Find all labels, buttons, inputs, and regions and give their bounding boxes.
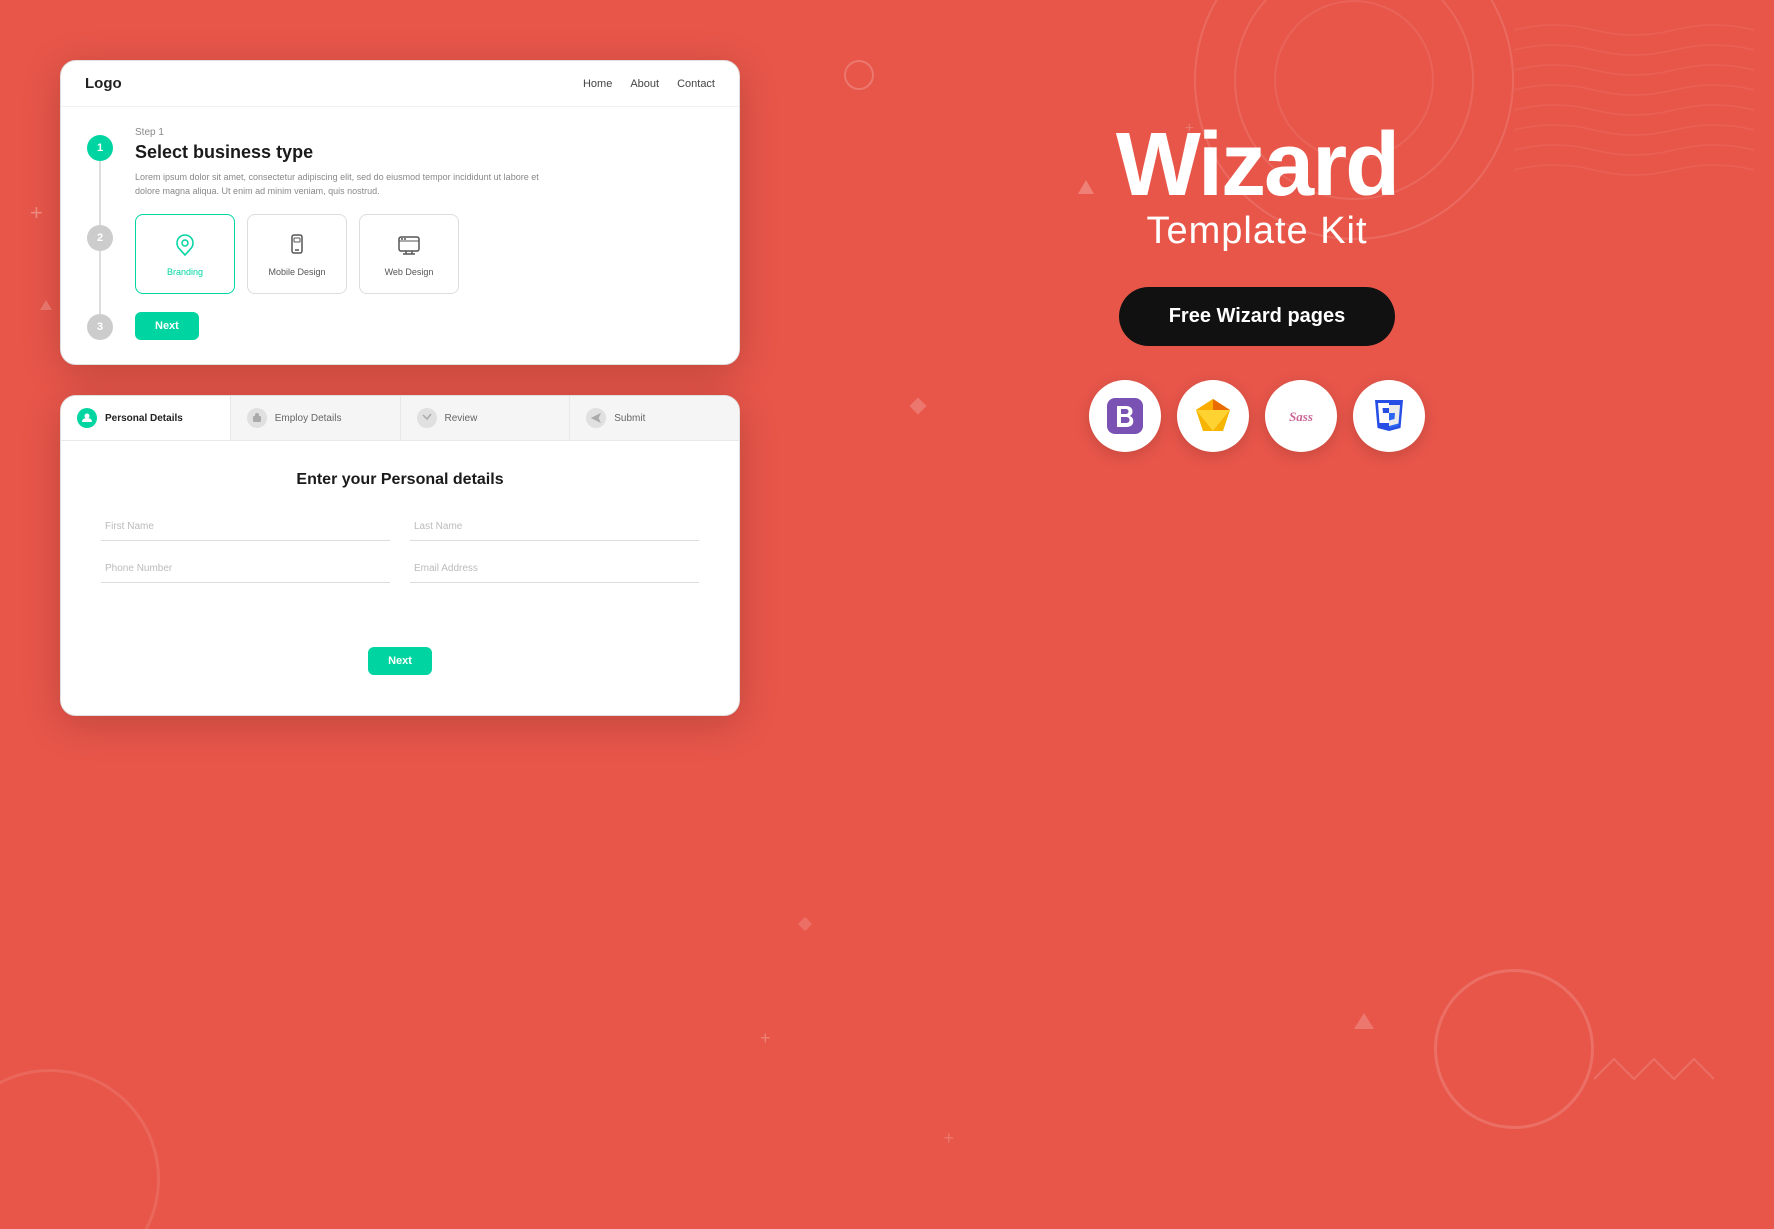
card1-body: 1 2 3 Step 1 Select business type Lorem … <box>61 107 739 364</box>
template-kit-label: Template Kit <box>1116 210 1398 253</box>
card2-tabs: Personal Details Employ Details <box>61 396 739 441</box>
tab-employ-details[interactable]: Employ Details <box>231 396 401 440</box>
step-description: Lorem ipsum dolor sit amet, consectetur … <box>135 171 565 198</box>
card1-logo: Logo <box>85 75 122 92</box>
tab-review[interactable]: Review <box>401 396 571 440</box>
left-column: Logo Home About Contact 1 2 3 <box>60 40 740 716</box>
wizard-title: Wizard <box>1116 120 1398 210</box>
wizard-branding: Wizard Template Kit <box>1116 120 1398 253</box>
bootstrap-icon <box>1107 398 1143 434</box>
step-1-circle: 1 <box>87 135 113 161</box>
tab-employ-label: Employ Details <box>275 413 342 424</box>
card2-next-button[interactable]: Next <box>368 647 432 675</box>
svg-text:Sass: Sass <box>1289 409 1313 424</box>
form-title: Enter your Personal details <box>101 471 699 489</box>
tab-personal-icon <box>77 408 97 428</box>
tab-review-icon <box>417 408 437 428</box>
tab-review-label: Review <box>445 413 478 424</box>
card1-nav: Home About Contact <box>583 78 715 90</box>
branding-label: Branding <box>167 267 203 277</box>
card1-mockup: Logo Home About Contact 1 2 3 <box>60 60 740 365</box>
tab-submit-label: Submit <box>614 413 645 424</box>
card1-header: Logo Home About Contact <box>61 61 739 107</box>
business-options: Branding Mobile Design <box>135 214 715 294</box>
right-column: Wizard Template Kit Free Wizard pages <box>800 40 1714 452</box>
sketch-icon <box>1192 395 1234 437</box>
step-label: Step 1 <box>135 127 715 138</box>
phone-input[interactable] <box>101 555 390 583</box>
free-pages-button[interactable]: Free Wizard pages <box>1119 287 1396 346</box>
tab-submit[interactable]: Submit <box>570 396 739 440</box>
first-name-input[interactable] <box>101 513 390 541</box>
branding-icon <box>171 231 199 259</box>
user-icon <box>81 412 93 424</box>
form-row-1 <box>101 513 699 541</box>
card2-form-body: Enter your Personal details Next <box>61 441 739 715</box>
tab-personal-label: Personal Details <box>105 413 183 424</box>
option-branding[interactable]: Branding <box>135 214 235 294</box>
bootstrap-logo <box>1089 380 1161 452</box>
sass-logo: Sass <box>1265 380 1337 452</box>
step-3-circle: 3 <box>87 314 113 340</box>
mobile-icon <box>283 231 311 259</box>
card1-stepper: 1 2 3 <box>85 127 115 340</box>
sketch-logo <box>1177 380 1249 452</box>
email-input[interactable] <box>410 555 699 583</box>
main-container: Logo Home About Contact 1 2 3 <box>0 0 1774 1229</box>
tab-employ-icon <box>247 408 267 428</box>
briefcase-icon <box>251 412 263 424</box>
css3-icon <box>1371 398 1407 434</box>
web-icon <box>395 231 423 259</box>
step-title: Select business type <box>135 142 715 163</box>
review-icon <box>421 412 433 424</box>
nav-about[interactable]: About <box>630 78 659 90</box>
tab-submit-icon <box>586 408 606 428</box>
last-name-input[interactable] <box>410 513 699 541</box>
nav-contact[interactable]: Contact <box>677 78 715 90</box>
nav-home[interactable]: Home <box>583 78 612 90</box>
step-2-circle: 2 <box>87 225 113 251</box>
tab-personal-details[interactable]: Personal Details <box>61 396 231 440</box>
web-label: Web Design <box>385 267 434 277</box>
mobile-label: Mobile Design <box>268 267 325 277</box>
css3-logo <box>1353 380 1425 452</box>
option-mobile[interactable]: Mobile Design <box>247 214 347 294</box>
tech-logos: Sass <box>1089 380 1425 452</box>
step-line-2-3 <box>99 251 101 315</box>
sass-icon: Sass <box>1279 394 1323 438</box>
option-web[interactable]: Web Design <box>359 214 459 294</box>
step-line-1-2 <box>99 161 101 225</box>
form-spacer <box>101 597 699 627</box>
card2-mockup: Personal Details Employ Details <box>60 395 740 716</box>
form-row-2 <box>101 555 699 583</box>
card2-footer: Next <box>101 627 699 685</box>
submit-icon <box>590 412 602 424</box>
card1-next-button[interactable]: Next <box>135 312 199 340</box>
card1-content: Step 1 Select business type Lorem ipsum … <box>135 127 715 340</box>
